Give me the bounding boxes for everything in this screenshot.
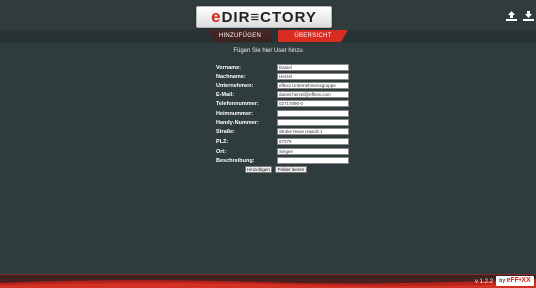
field-label: PLZ: (216, 139, 229, 145)
handynummer-field[interactable] (277, 119, 349, 126)
field-label: Beschreibung: (216, 158, 255, 164)
field-label: Unternehmen: (216, 83, 254, 89)
vorname-field[interactable]: Daniel (277, 64, 349, 71)
footer-wave (0, 279, 536, 288)
heimnummer-field[interactable] (277, 110, 349, 117)
telefonnummer-field[interactable]: 02717090-0 (277, 100, 349, 107)
field-label: Heimnummer: (216, 111, 253, 117)
upload-icon[interactable] (505, 10, 518, 22)
field-label: E-Mail: (216, 92, 235, 98)
add-user-button[interactable]: Hinzufügen (245, 166, 272, 173)
brand-logo: by eFF•XX (496, 276, 534, 286)
beschreibung-field[interactable] (277, 157, 349, 164)
plz-field[interactable]: 57076 (277, 138, 349, 145)
field-label: Handy-Nummer: (216, 120, 259, 126)
logo-e: e (211, 7, 222, 26)
form-title: Fügen Sie hier User hinzu (233, 48, 303, 54)
field-label: Ort: (216, 149, 227, 155)
field-label: Straße: (216, 129, 235, 135)
tab-bar: HINZUFÜGEN ÜBERSICHT (0, 30, 536, 43)
email-field[interactable]: daniel.herzel@effexx.com (277, 91, 349, 98)
clear-fields-button[interactable]: Felder leeren (275, 166, 307, 173)
tab-uebersicht[interactable]: ÜBERSICHT (278, 30, 348, 42)
unternehmen-field[interactable]: effexx Unternehmensgruppe (277, 82, 349, 89)
nachname-field[interactable]: Herzel (277, 73, 349, 80)
logo-text: DIR≡CTORY (221, 9, 317, 26)
tab-hinzufuegen[interactable]: HINZUFÜGEN (208, 30, 272, 42)
brand-by: by (499, 278, 507, 284)
field-label: Vorname: (216, 65, 241, 71)
top-bar: eDIR≡CTORY (0, 0, 536, 31)
ort-field[interactable]: Siegen (277, 148, 349, 155)
strasse-field[interactable]: Struke Neue Haardt 1 (277, 128, 349, 135)
download-icon[interactable] (522, 10, 535, 22)
brand-name: eFF•XX (506, 277, 531, 284)
version-label: v 1.2.2 (474, 279, 493, 285)
footer-bar: v 1.2.2 by eFF•XX (0, 274, 536, 288)
app-logo: eDIR≡CTORY (196, 6, 332, 28)
field-label: Nachname: (216, 74, 246, 80)
field-label: Telefonnummer: (216, 101, 259, 107)
